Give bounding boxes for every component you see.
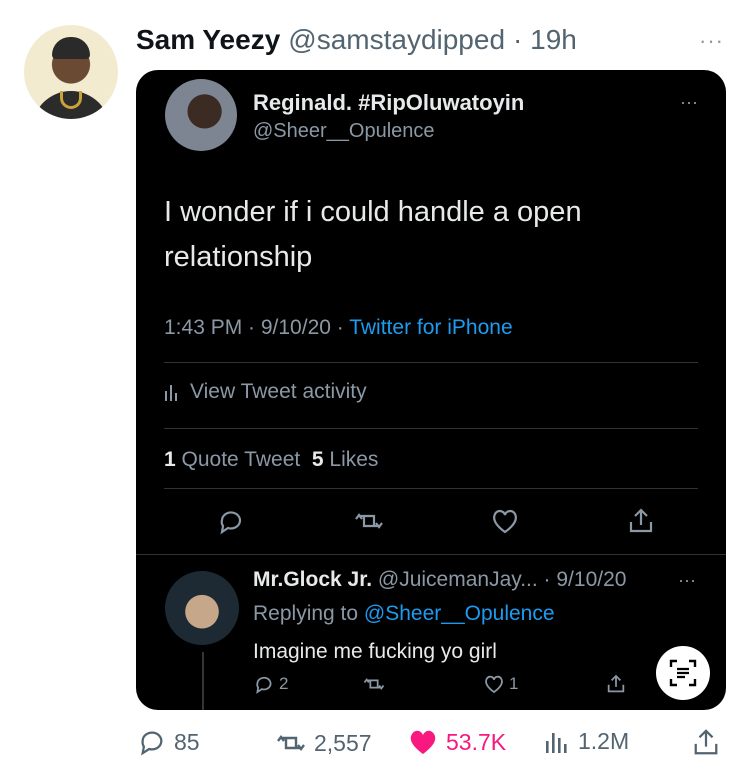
heart-filled-icon [410, 730, 436, 754]
divider [164, 362, 698, 363]
retweet-icon [355, 513, 383, 529]
views-icon [546, 732, 567, 753]
scan-text-icon [669, 659, 697, 687]
like-button[interactable]: 53.7K [408, 728, 506, 756]
retweet-icon [363, 678, 385, 690]
author-avatar[interactable] [24, 25, 118, 119]
quote-count: 1 [164, 448, 176, 471]
quoted-name: Reginald. #RipOluwatoyin [253, 90, 525, 115]
quoted-stats: 1 Quote Tweet 5 Likes [164, 448, 378, 472]
reply-avatar [165, 571, 239, 645]
reply-retweet-action [363, 673, 385, 695]
scan-text-button[interactable] [656, 646, 710, 700]
quoted-avatar [165, 79, 237, 151]
retweet-icon [277, 735, 305, 751]
replying-prefix: Replying to [253, 602, 364, 625]
view-activity-row: View Tweet activity [164, 380, 367, 404]
like-count: 53.7K [446, 728, 507, 755]
reply-like-count: 1 [509, 674, 519, 693]
retweet-button[interactable]: 2,557 [276, 728, 372, 758]
reply-actions: 2 1 [253, 673, 633, 703]
divider [164, 428, 698, 429]
quoted-time: 1:43 PM · 9/10/20 · [164, 316, 350, 339]
quoted-timestamp: 1:43 PM · 9/10/20 · Twitter for iPhone [164, 316, 513, 340]
quoted-handle: @Sheer__Opulence [253, 120, 435, 142]
share-icon [607, 674, 625, 693]
activity-icon [165, 385, 177, 401]
reply-icon [256, 676, 272, 694]
share-icon [694, 729, 718, 755]
author-handle[interactable]: @samstaydipped [288, 24, 505, 56]
reply-share-action [605, 673, 627, 695]
reply-count: 85 [174, 728, 200, 755]
views-count: 1.2M [578, 728, 630, 754]
quoted-actions [164, 506, 698, 540]
quote-label: Quote Tweet [175, 448, 312, 471]
reply-icon [141, 731, 163, 756]
reply-name: Mr.Glock Jr. [253, 568, 373, 591]
replying-mention: @Sheer__Opulence [363, 602, 555, 625]
reply-button[interactable]: 85 [138, 728, 200, 756]
views-button[interactable]: 1.2M [544, 728, 629, 755]
heart-icon [485, 675, 503, 694]
reply-handle-date: @JuicemanJay... · 9/10/20 [372, 568, 627, 591]
share-icon [629, 508, 653, 533]
quoted-text: I wonder if i could handle a open relati… [164, 196, 582, 273]
activity-label: View Tweet activity [190, 380, 367, 403]
author-name[interactable]: Sam Yeezy [136, 24, 280, 56]
reply-icon [220, 511, 242, 535]
like-count: 5 [311, 448, 324, 471]
reply-reply-count: 2 [279, 674, 289, 693]
avatar-cap [52, 37, 90, 59]
reply-text: Imagine me fucking yo girl [253, 640, 497, 663]
reply-author: Mr.Glock Jr. @JuicemanJay... · 9/10/20 [253, 568, 626, 592]
tweet-actions: 85 2,557 53.7K 1.2M [136, 728, 726, 764]
reply-like-action: 1 [483, 673, 518, 695]
like-label: Likes [323, 448, 379, 471]
tweet-header: Sam Yeezy @samstaydipped · 19h [136, 24, 577, 58]
thread-line [202, 652, 204, 710]
divider [136, 554, 726, 555]
more-options-icon[interactable]: ··· [699, 28, 724, 54]
quoted-source: Twitter for iPhone [349, 316, 513, 339]
quoted-more-icon: ··· [680, 92, 698, 112]
replying-to: Replying to @Sheer__Opulence [253, 602, 555, 626]
heart-icon [493, 509, 517, 534]
retweet-count: 2,557 [314, 729, 372, 756]
share-button[interactable] [692, 728, 720, 756]
reply-reply-action: 2 [253, 673, 288, 695]
tweet-media-screenshot[interactable]: Reginald. #RipOluwatoyin @Sheer__Opulenc… [136, 70, 726, 710]
reply-more-icon: ··· [678, 570, 696, 590]
tweet-time[interactable]: · 19h [513, 24, 577, 56]
divider [164, 488, 698, 489]
